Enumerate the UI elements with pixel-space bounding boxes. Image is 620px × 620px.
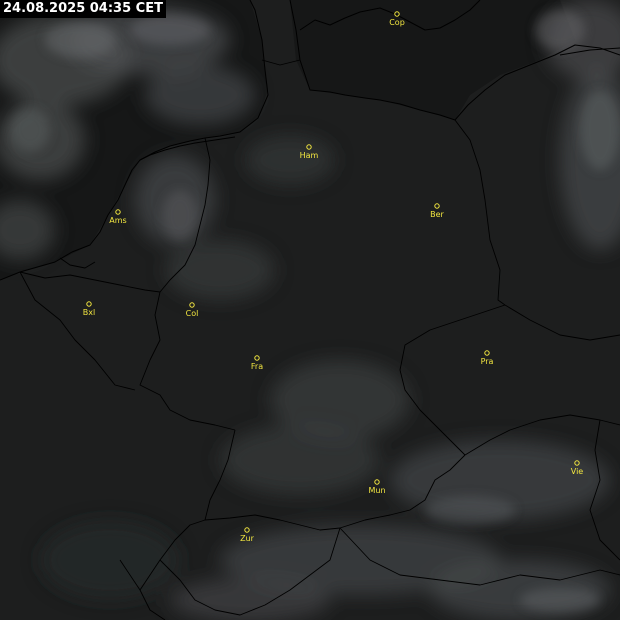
city-label-pra: Pra bbox=[481, 357, 494, 366]
city-label-ber: Ber bbox=[430, 210, 444, 219]
city-label-fra: Fra bbox=[251, 362, 263, 371]
timestamp-label: 24.08.2025 04:35 CET bbox=[0, 0, 166, 18]
city-label-zur: Zur bbox=[240, 534, 255, 543]
city-label-ams: Ams bbox=[109, 216, 126, 225]
city-label-ham: Ham bbox=[300, 151, 319, 160]
city-label-bxl: Bxl bbox=[83, 308, 95, 317]
city-label-vie: Vie bbox=[571, 467, 584, 476]
map-canvas: Cop Ham Ams Ber Bxl Col Fra Pra Mun Vie Zur bbox=[0, 0, 620, 620]
city-label-cop: Cop bbox=[389, 18, 405, 27]
city-label-col: Col bbox=[186, 309, 199, 318]
city-label-mun: Mun bbox=[368, 486, 385, 495]
satellite-map[interactable]: Cop Ham Ams Ber Bxl Col Fra Pra Mun Vie Zur 24.08.… bbox=[0, 0, 620, 620]
